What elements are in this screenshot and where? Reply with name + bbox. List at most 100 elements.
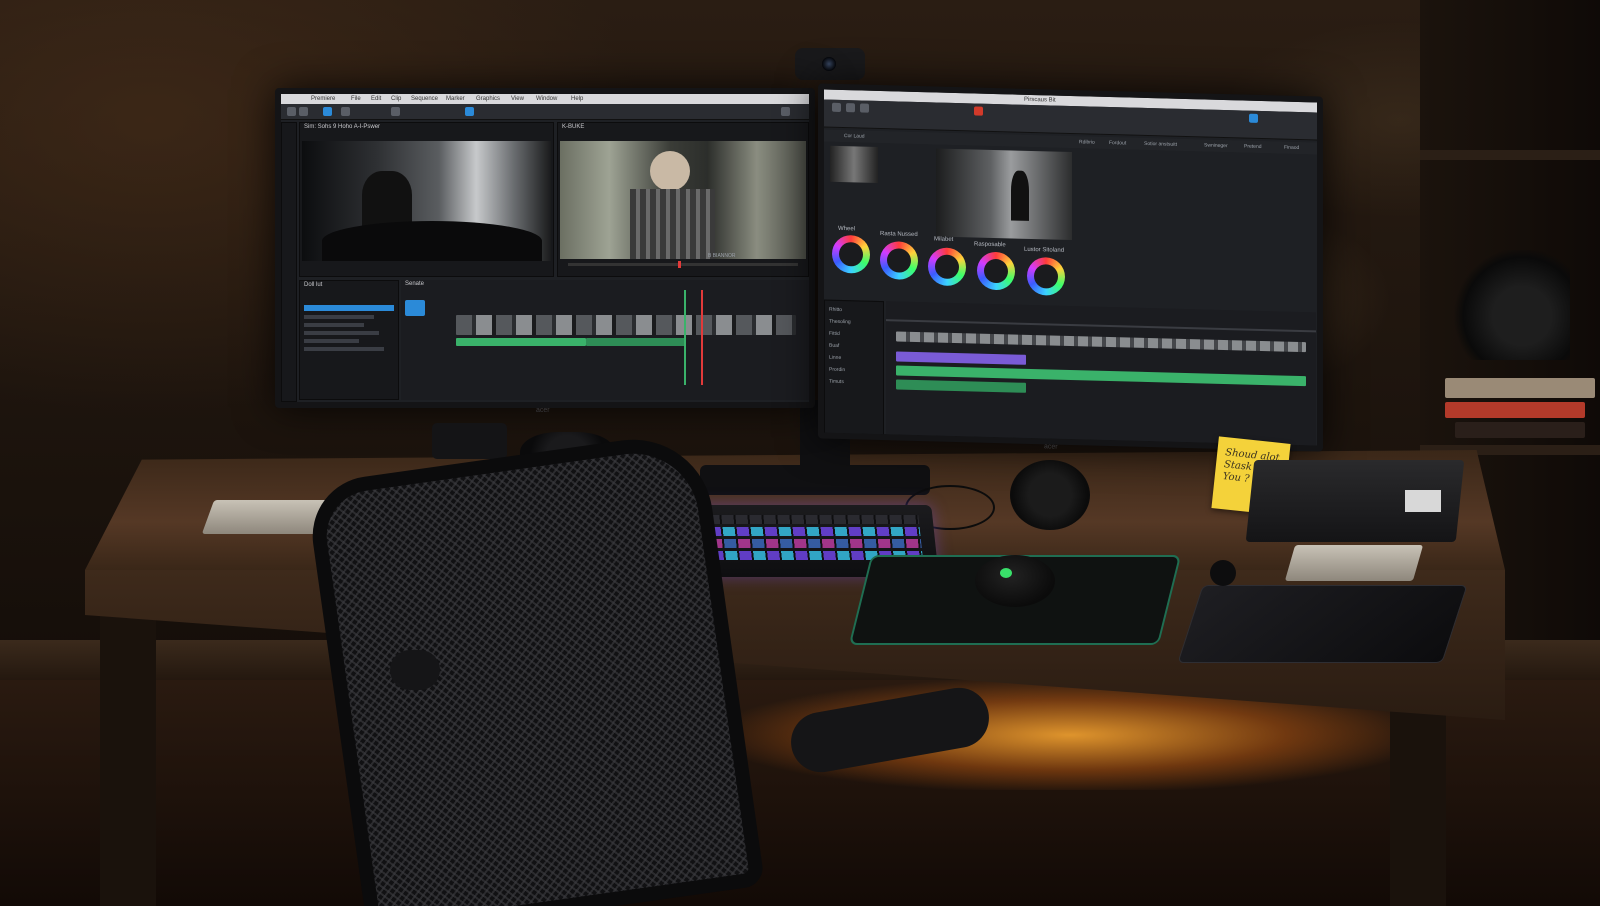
shelf-board bbox=[1420, 150, 1600, 160]
menu-item[interactable]: Graphics bbox=[476, 94, 500, 104]
tool-icon[interactable] bbox=[846, 103, 855, 113]
scrub-bar[interactable] bbox=[568, 261, 798, 268]
book bbox=[1445, 378, 1595, 398]
color-wheel-offset[interactable] bbox=[977, 251, 1015, 291]
list-item[interactable]: Fittid bbox=[829, 331, 840, 337]
tab[interactable]: Sotior anstsuitt bbox=[1144, 141, 1177, 148]
desk-leg bbox=[1390, 700, 1446, 906]
list-item[interactable]: Thesoling bbox=[829, 319, 851, 326]
tab[interactable]: Finaod bbox=[1284, 145, 1299, 151]
table-shadow bbox=[322, 221, 542, 261]
tool-icon[interactable] bbox=[781, 107, 790, 116]
plaid-shirt bbox=[630, 189, 715, 259]
list-item[interactable]: Timuts bbox=[829, 379, 844, 385]
menu-item[interactable]: Premiere bbox=[311, 94, 335, 104]
list-item[interactable]: Rhitto bbox=[829, 307, 842, 313]
camera-on-shelf bbox=[1450, 250, 1570, 360]
source-monitor-panel: Sim: Sohs 9 Hoho A-I-Pswer bbox=[299, 122, 554, 277]
tool-icon[interactable] bbox=[832, 102, 841, 112]
list-item[interactable]: Linne bbox=[829, 355, 841, 361]
menu-item[interactable]: Clip bbox=[391, 94, 401, 104]
timecode-ruler bbox=[886, 319, 1316, 333]
effects-track-clip[interactable] bbox=[896, 351, 1026, 365]
wheel-label: Lustor Sitoland bbox=[1024, 246, 1065, 254]
bin-item[interactable] bbox=[304, 347, 384, 351]
audio-track-clip[interactable] bbox=[456, 338, 586, 346]
tool-icon[interactable] bbox=[341, 107, 350, 116]
list-item[interactable]: Prordin bbox=[829, 367, 845, 373]
media-thumbnail[interactable] bbox=[830, 145, 878, 183]
video-track-clips[interactable] bbox=[456, 315, 796, 335]
book-stack bbox=[1445, 378, 1595, 440]
tool-strip bbox=[281, 122, 297, 402]
color-wheel-gain[interactable] bbox=[928, 247, 966, 287]
controller-device bbox=[432, 423, 507, 459]
in-marker[interactable] bbox=[684, 290, 686, 385]
desk-setup-scene: Premiere File Edit Clip Sequence Marker … bbox=[0, 0, 1600, 906]
monitor-brand: acer bbox=[1044, 443, 1058, 451]
menu-item[interactable]: Window bbox=[536, 94, 557, 104]
right-monitor: Pirscaus Bit Cor Laud Rdibrio Fordout So… bbox=[818, 83, 1323, 452]
scrub-handle[interactable] bbox=[678, 261, 681, 268]
menu-item[interactable]: File bbox=[351, 94, 361, 104]
tool-icon[interactable] bbox=[299, 107, 308, 116]
external-drive bbox=[1284, 545, 1424, 581]
list-item[interactable]: Buaf bbox=[829, 343, 839, 349]
tool-icon[interactable] bbox=[860, 103, 869, 113]
mouse-logo-icon bbox=[1000, 568, 1012, 578]
active-tool-icon[interactable] bbox=[465, 107, 474, 116]
book bbox=[1455, 422, 1585, 438]
tool-icon[interactable] bbox=[391, 107, 400, 116]
video-track-clips[interactable] bbox=[896, 331, 1306, 353]
drawing-tablet bbox=[1177, 585, 1468, 663]
book bbox=[1445, 402, 1585, 418]
clip-thumbnail[interactable] bbox=[405, 300, 425, 316]
desk-leg bbox=[100, 580, 156, 906]
source-video-frame bbox=[302, 141, 551, 261]
headphones bbox=[1010, 460, 1090, 530]
wheel-label: Wheel bbox=[838, 225, 856, 233]
record-icon[interactable] bbox=[974, 106, 983, 116]
tab[interactable]: Pretend bbox=[1244, 144, 1262, 150]
bin-item[interactable] bbox=[304, 331, 379, 335]
color-viewer bbox=[936, 148, 1072, 241]
selected-bin-item[interactable] bbox=[304, 305, 394, 311]
bin-item[interactable] bbox=[304, 323, 364, 327]
tool-icon[interactable] bbox=[287, 107, 296, 116]
menu-item[interactable]: Marker bbox=[446, 94, 465, 104]
tab[interactable]: Rdibrio bbox=[1079, 139, 1095, 145]
audio-track-clip[interactable] bbox=[586, 338, 686, 346]
tab[interactable]: Cor Laud bbox=[844, 133, 865, 140]
project-bin-panel: Doll lut bbox=[299, 280, 399, 400]
barcode-label bbox=[1405, 490, 1441, 512]
menu-item[interactable]: Help bbox=[571, 94, 583, 104]
playhead[interactable] bbox=[701, 290, 703, 385]
tab[interactable]: Swnineger bbox=[1204, 142, 1228, 149]
program-caption: B BIANNOR bbox=[708, 253, 736, 259]
bin-item[interactable] bbox=[304, 315, 374, 319]
user-icon[interactable] bbox=[1249, 113, 1258, 123]
program-video-frame bbox=[560, 141, 806, 259]
color-wheel-gamma[interactable] bbox=[880, 241, 918, 281]
left-monitor: Premiere File Edit Clip Sequence Marker … bbox=[275, 88, 815, 414]
wheel-label: Rasposable bbox=[974, 241, 1006, 249]
small-puck bbox=[1210, 560, 1236, 586]
tab[interactable]: Fordout bbox=[1109, 140, 1126, 146]
menu-item[interactable]: Sequence bbox=[411, 94, 438, 104]
selection-tool-icon[interactable] bbox=[323, 107, 332, 116]
bin-item[interactable] bbox=[304, 339, 359, 343]
node-list-panel: Rhitto Thesoling Fittid Buaf Linne Prord… bbox=[824, 299, 884, 442]
menu-item[interactable]: View bbox=[511, 94, 524, 104]
monitor-stand-base bbox=[700, 465, 930, 495]
tool-bar bbox=[281, 104, 809, 120]
mesh-office-chair bbox=[304, 429, 766, 906]
audio-track-clip[interactable] bbox=[896, 379, 1026, 393]
monitor-brand: acer bbox=[536, 407, 550, 414]
gaming-mouse bbox=[975, 555, 1055, 607]
menu-item[interactable]: Edit bbox=[371, 94, 381, 104]
color-wheel-lift[interactable] bbox=[832, 234, 870, 274]
menu-bar: Premiere File Edit Clip Sequence Marker … bbox=[281, 94, 809, 104]
face bbox=[650, 151, 690, 191]
color-wheel-extra[interactable] bbox=[1027, 256, 1065, 296]
chair-armrest bbox=[390, 650, 440, 690]
